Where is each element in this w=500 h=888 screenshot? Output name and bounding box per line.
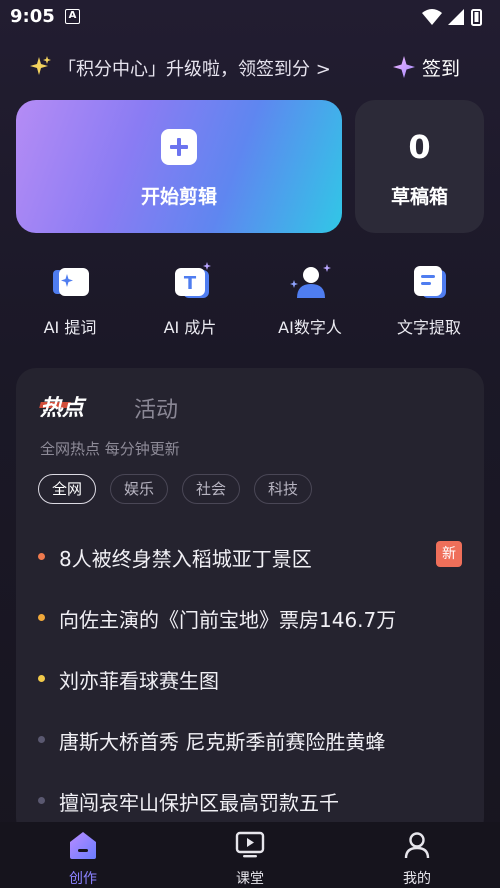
nav-label: 创作	[69, 871, 97, 887]
create-icon	[70, 832, 96, 859]
tab-hot[interactable]: 热点	[40, 390, 84, 422]
nav-label: 我的	[403, 871, 431, 887]
nav-classroom[interactable]: 课堂	[200, 828, 300, 887]
ai-avatar-icon	[290, 264, 331, 298]
tool-ai-prompt[interactable]: AI 提词	[15, 258, 125, 342]
nav-profile[interactable]: 我的	[367, 828, 467, 887]
ai-prompt-icon	[53, 268, 89, 296]
drafts-count: 0	[408, 128, 431, 166]
drafts-card[interactable]: 0 草稿箱	[355, 100, 484, 233]
status-bar: 9:05 A	[0, 0, 500, 34]
app-screen: 9:05 A 「积分中心」升级啦，领签到分 > 签到 开始剪辑 0 草稿箱 AI…	[0, 0, 500, 888]
notification-app-icon: A	[65, 9, 80, 24]
chip-entertainment[interactable]: 娱乐	[110, 474, 168, 504]
chip-society[interactable]: 社会	[182, 474, 240, 504]
status-time: 9:05	[10, 6, 55, 27]
svg-text:T: T	[184, 273, 197, 294]
list-item[interactable]: 擅闯哀牢山保护区最高罚款五千	[16, 782, 484, 822]
start-editing-label: 开始剪辑	[140, 186, 217, 208]
ai-video-icon: T	[175, 262, 211, 298]
start-editing-card[interactable]: 开始剪辑	[16, 100, 342, 233]
bullet-dot	[38, 553, 45, 560]
plus-icon	[161, 129, 197, 165]
bullet-dot	[38, 736, 45, 743]
tool-label: AI数字人	[278, 318, 342, 337]
classroom-icon	[235, 831, 265, 858]
profile-icon	[404, 832, 430, 859]
hot-item-text: 刘亦菲看球赛生图	[59, 669, 219, 693]
status-icons	[422, 9, 482, 26]
hot-subtitle: 全网热点 每分钟更新	[40, 440, 180, 458]
list-item[interactable]: 刘亦菲看球赛生图	[16, 660, 484, 700]
sparkle-icon	[30, 56, 51, 75]
text-extract-icon	[414, 266, 446, 298]
tool-label: 文字提取	[396, 318, 461, 337]
tool-label: AI 提词	[43, 318, 97, 337]
signal-icon	[448, 9, 464, 25]
hot-item-text: 向佐主演的《门前宝地》票房146.7万	[59, 608, 397, 632]
checkin-label: 签到	[422, 58, 461, 80]
wifi-icon	[422, 9, 442, 25]
list-item[interactable]: 8人被终身禁入稻城亚丁景区 新	[16, 538, 484, 578]
new-badge: 新	[436, 541, 462, 567]
bottom-navigation: 创作 课堂 我的	[0, 822, 500, 888]
checkin-button[interactable]: 签到	[392, 53, 472, 81]
hot-item-text: 唐斯大桥首秀 尼克斯季前赛险胜黄蜂	[59, 730, 386, 754]
list-item[interactable]: 唐斯大桥首秀 尼克斯季前赛险胜黄蜂	[16, 721, 484, 761]
nav-label: 课堂	[236, 871, 264, 887]
tool-shortcuts: AI 提词 T AI 成片 AI数字人 文字提取	[0, 258, 500, 348]
tool-ai-avatar[interactable]: AI数字人	[255, 258, 365, 342]
hot-item-text: 擅闯哀牢山保护区最高罚款五千	[59, 791, 339, 815]
points-center-banner[interactable]: 「积分中心」升级啦，领签到分 > 签到	[0, 50, 500, 86]
chip-tech[interactable]: 科技	[254, 474, 312, 504]
points-center-text[interactable]: 「积分中心」升级啦，领签到分 >	[58, 55, 331, 81]
tool-ai-video[interactable]: T AI 成片	[135, 258, 245, 342]
bullet-dot	[38, 675, 45, 682]
nav-create[interactable]: 创作	[33, 828, 133, 887]
hot-item-text: 8人被终身禁入稻城亚丁景区	[59, 547, 312, 571]
list-item[interactable]: 向佐主演的《门前宝地》票房146.7万	[16, 599, 484, 639]
bullet-dot	[38, 614, 45, 621]
tool-label: AI 成片	[163, 318, 217, 337]
hot-topics-panel: 热点 活动 全网热点 每分钟更新 全网 娱乐 社会 科技 8人被终身禁入稻城亚丁…	[16, 368, 484, 838]
chip-all[interactable]: 全网	[38, 474, 96, 504]
star-sparkle-icon	[393, 56, 415, 78]
drafts-label: 草稿箱	[390, 186, 448, 208]
tool-text-extract[interactable]: 文字提取	[374, 258, 484, 342]
bullet-dot	[38, 797, 45, 804]
tab-activity[interactable]: 活动	[134, 392, 178, 424]
